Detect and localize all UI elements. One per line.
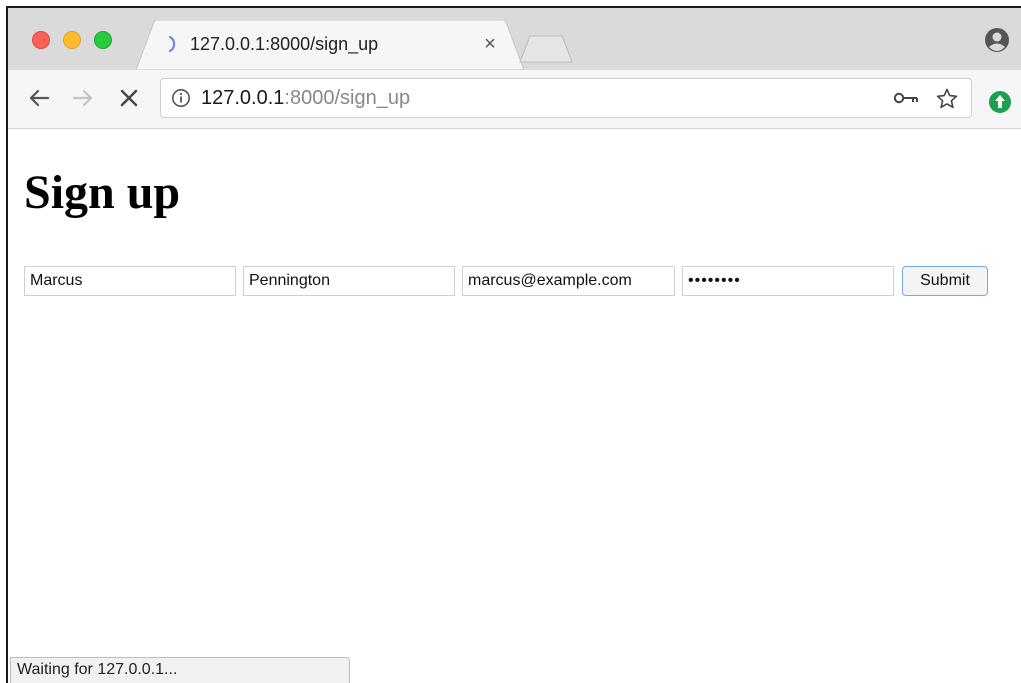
- status-text: Waiting for 127.0.0.1...: [17, 661, 178, 678]
- profile-icon[interactable]: [983, 26, 1011, 54]
- stop-icon[interactable]: [114, 83, 144, 113]
- first-name-input[interactable]: [24, 266, 236, 296]
- minimize-window-button[interactable]: [63, 31, 81, 49]
- url-host: 127.0.0.1: [201, 87, 285, 109]
- url-path: :8000/sign_up: [284, 87, 411, 109]
- back-arrow-icon[interactable]: [24, 83, 54, 113]
- password-input[interactable]: [682, 266, 894, 296]
- key-icon[interactable]: [893, 90, 919, 106]
- forward-arrow-icon[interactable]: [68, 83, 98, 113]
- tab-sign-up[interactable]: 127.0.0.1:8000/sign_up ×: [136, 20, 526, 70]
- extension-icon[interactable]: [988, 90, 1012, 114]
- spinner-icon: [168, 35, 176, 53]
- last-name-input[interactable]: [243, 266, 455, 296]
- email-input[interactable]: [462, 266, 675, 296]
- browser-window: 127.0.0.1:8000/sign_up × 127.0.0.1:8000/…: [6, 6, 1021, 683]
- close-window-button[interactable]: [32, 31, 50, 49]
- zoom-window-button[interactable]: [94, 31, 112, 49]
- star-icon[interactable]: [935, 87, 959, 111]
- status-bubble: Waiting for 127.0.0.1...: [10, 657, 350, 683]
- page-content: Sign up Submit: [8, 129, 1021, 683]
- page-title: Sign up: [24, 166, 181, 219]
- tab-title: 127.0.0.1:8000/sign_up: [190, 34, 379, 54]
- address-bar[interactable]: 127.0.0.1:8000/sign_up: [160, 78, 972, 118]
- tab-close-icon[interactable]: ×: [480, 33, 500, 56]
- info-icon[interactable]: [171, 88, 191, 108]
- new-tab-button[interactable]: [518, 34, 574, 64]
- submit-button[interactable]: Submit: [902, 266, 988, 296]
- browser-toolbar: 127.0.0.1:8000/sign_up: [8, 70, 1021, 129]
- tab-strip: 127.0.0.1:8000/sign_up ×: [8, 8, 1021, 70]
- url-text: 127.0.0.1:8000/sign_up: [201, 87, 410, 110]
